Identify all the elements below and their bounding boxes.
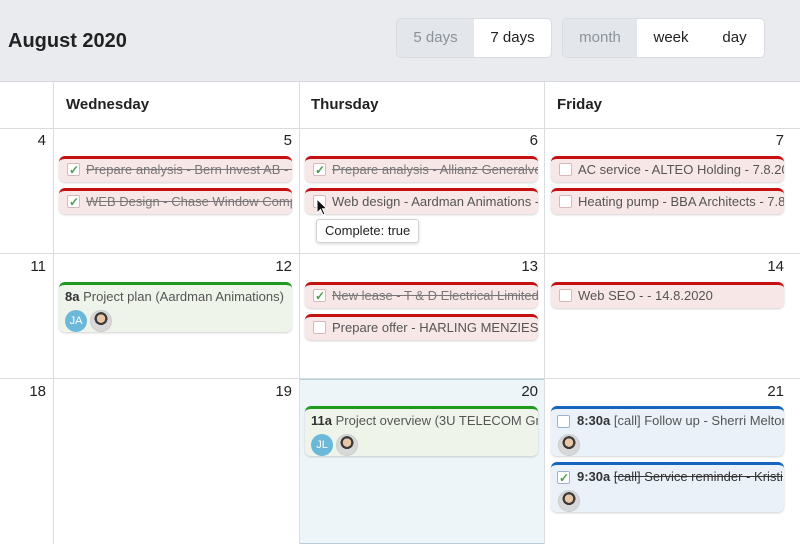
task-title: New lease - T & D Electrical Limited <box>332 288 538 303</box>
today-cell-highlight[interactable] <box>299 379 545 544</box>
event-title: Project overview (3U TELECOM Gmb <box>335 413 538 428</box>
task-checkbox[interactable] <box>313 160 326 181</box>
week-start-date: 18 <box>29 383 46 400</box>
row-divider <box>0 378 800 379</box>
event-title: Project plan (Aardman Animations) <box>83 289 284 304</box>
task-checkbox[interactable] <box>313 321 326 334</box>
task-title: Web SEO - - 14.8.2020 <box>578 288 713 303</box>
avatar[interactable]: JL <box>311 434 333 456</box>
month-view-option[interactable]: month <box>563 19 637 57</box>
task-checkbox[interactable] <box>559 163 572 176</box>
day-span-toggle: 5 days 7 days <box>397 19 551 57</box>
day-header-thursday: Thursday <box>311 96 379 113</box>
month-title: August 2020 <box>8 30 127 52</box>
date-number: 13 <box>521 258 538 275</box>
avatar[interactable]: JA <box>65 310 87 332</box>
event-time: 11a <box>311 413 332 428</box>
calendar-toolbar: August 2020 5 days 7 days month week day <box>0 0 800 82</box>
event-summary: 11a Project overview (3U TELECOM Gmb <box>311 411 538 431</box>
task-checkbox[interactable] <box>557 414 570 428</box>
task-event[interactable]: Heating pump - BBA Architects - 7.8 <box>551 188 784 214</box>
date-number: 7 <box>775 132 784 149</box>
task-event[interactable]: New lease - T & D Electrical Limited <box>305 282 538 308</box>
task-checkbox[interactable] <box>67 160 80 181</box>
column-divider <box>299 82 300 544</box>
task-event[interactable]: Prepare offer - HARLING MENZIES E <box>305 314 538 340</box>
mouse-cursor-icon <box>316 198 329 216</box>
avatar[interactable] <box>558 490 580 512</box>
event-time: 8:30a <box>577 413 611 428</box>
meeting-event[interactable]: 11a Project overview (3U TELECOM Gmb JL <box>305 406 538 456</box>
row-divider <box>0 128 800 129</box>
avatar[interactable] <box>558 434 580 456</box>
task-checkbox[interactable] <box>559 195 572 208</box>
task-title: Web design - Aardman Animations - <box>332 194 538 209</box>
week-view-option[interactable]: week <box>637 19 705 57</box>
attendees: JL <box>311 434 538 456</box>
row-divider <box>0 253 800 254</box>
day-header-wednesday: Wednesday <box>66 96 150 113</box>
task-checkbox[interactable] <box>67 192 80 213</box>
completion-tooltip: Complete: true <box>316 219 420 243</box>
task-event[interactable]: AC service - ALTEO Holding - 7.8.20 <box>551 156 784 182</box>
task-event[interactable]: Prepare analysis - Allianz Generalve <box>305 156 538 182</box>
date-number: 14 <box>767 258 784 275</box>
task-event[interactable]: WEB Design - Chase Window Comp <box>59 188 292 214</box>
task-event[interactable]: Web design - Aardman Animations - <box>305 188 538 214</box>
seven-days-option[interactable]: 7 days <box>474 19 551 57</box>
event-time: 9:30a <box>577 469 611 484</box>
day-view-option[interactable]: day <box>705 19 764 57</box>
avatar[interactable] <box>336 434 358 456</box>
event-time: 8a <box>65 289 80 304</box>
column-divider <box>53 82 54 544</box>
task-title: Heating pump - BBA Architects - 7.8 <box>578 194 784 209</box>
meeting-event[interactable]: 8a Project plan (Aardman Animations) JA <box>59 282 292 332</box>
task-title: AC service - ALTEO Holding - 7.8.20 <box>578 162 784 177</box>
column-divider <box>544 82 545 544</box>
attendees: JA <box>65 310 292 332</box>
event-summary: 8:30a [call] Follow up - Sherri Meltor <box>557 411 784 431</box>
call-event[interactable]: 9:30a [call] Service reminder - Kristi <box>551 462 784 512</box>
day-header-friday: Friday <box>557 96 603 113</box>
task-checkbox[interactable] <box>559 289 572 302</box>
event-title: [call] Follow up - Sherri Meltor <box>613 413 784 428</box>
task-event[interactable]: Web SEO - - 14.8.2020 <box>551 282 784 308</box>
task-checkbox[interactable] <box>557 468 570 488</box>
date-number: 19 <box>275 383 292 400</box>
event-title: [call] Service reminder - Kristi <box>613 469 783 484</box>
attendees <box>558 490 784 512</box>
date-number: 6 <box>529 132 538 149</box>
date-number: 12 <box>275 258 292 275</box>
avatar[interactable] <box>90 310 112 332</box>
task-title: WEB Design - Chase Window Comp <box>86 194 292 209</box>
date-number: 20 <box>521 383 538 400</box>
event-summary: 8a Project plan (Aardman Animations) <box>65 287 292 307</box>
attendees <box>558 434 784 456</box>
call-event[interactable]: 8:30a [call] Follow up - Sherri Meltor <box>551 406 784 456</box>
date-number: 21 <box>767 383 784 400</box>
task-title: Prepare analysis - Bern Invest AB - 5 <box>86 162 292 177</box>
view-toggle: month week day <box>563 19 764 57</box>
week-start-date: 4 <box>37 132 46 149</box>
date-number: 5 <box>283 132 292 149</box>
task-event[interactable]: Prepare analysis - Bern Invest AB - 5 <box>59 156 292 182</box>
task-checkbox[interactable] <box>313 286 326 307</box>
event-summary: 9:30a [call] Service reminder - Kristi <box>557 467 784 488</box>
five-days-option[interactable]: 5 days <box>397 19 474 57</box>
week-start-date: 11 <box>30 258 46 275</box>
task-title: Prepare offer - HARLING MENZIES E <box>332 320 538 335</box>
task-title: Prepare analysis - Allianz Generalve <box>332 162 538 177</box>
